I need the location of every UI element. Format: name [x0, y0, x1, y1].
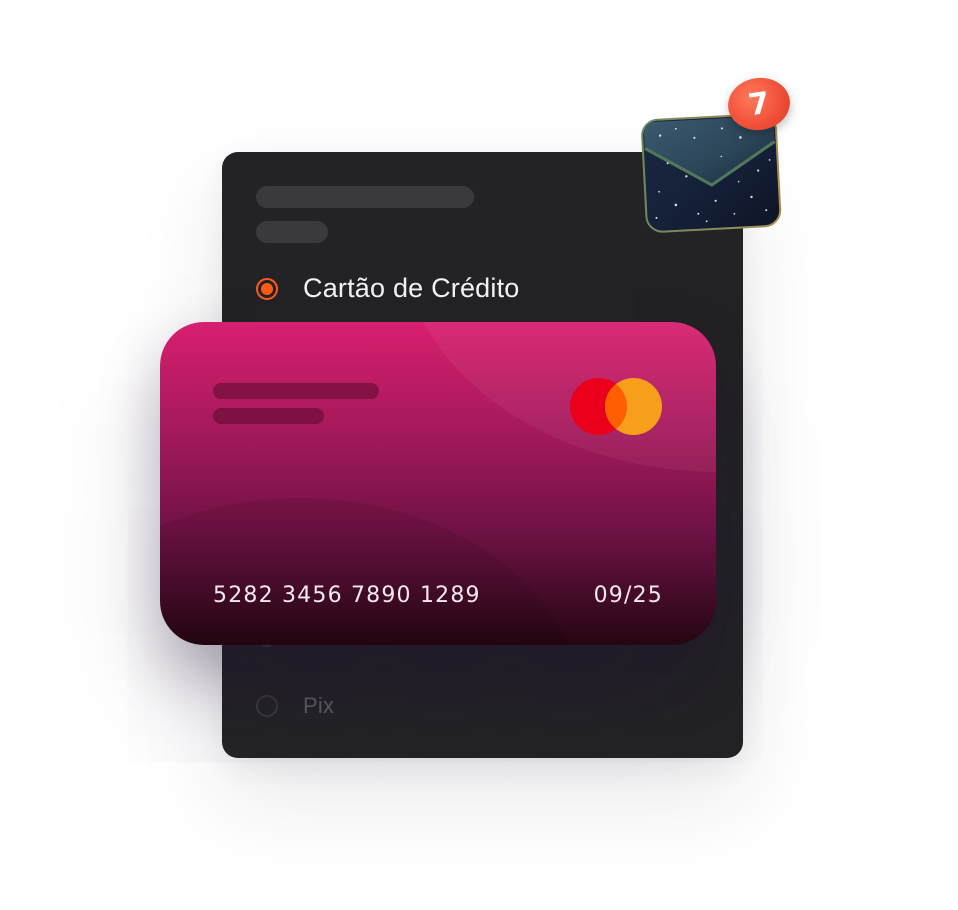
stage: Cartão de Crédito Pix 5282 3456 7890 128… — [0, 0, 958, 910]
card-decoration — [160, 498, 580, 645]
panel-title-placeholder — [256, 186, 474, 208]
payment-option-label: Cartão de Crédito — [303, 273, 520, 303]
card-number: 5282 3456 7890 1289 — [213, 583, 481, 608]
payment-option-label: Pix — [303, 693, 335, 718]
card-holder-placeholder — [213, 383, 379, 399]
radio-unselected-icon[interactable] — [256, 695, 278, 717]
card-holder-placeholder — [213, 408, 324, 424]
card-decoration — [400, 322, 716, 472]
payment-option-credit-card[interactable]: Cartão de Crédito — [256, 273, 520, 304]
panel-subtitle-placeholder — [256, 221, 328, 243]
radio-selected-icon[interactable] — [256, 277, 278, 300]
mastercard-logo-icon — [570, 378, 662, 435]
notification-count: 7 — [746, 85, 772, 123]
payment-option-pix[interactable]: Pix — [256, 693, 334, 719]
credit-card[interactable]: 5282 3456 7890 1289 09/25 — [160, 322, 716, 645]
card-expiry: 09/25 — [593, 583, 663, 608]
